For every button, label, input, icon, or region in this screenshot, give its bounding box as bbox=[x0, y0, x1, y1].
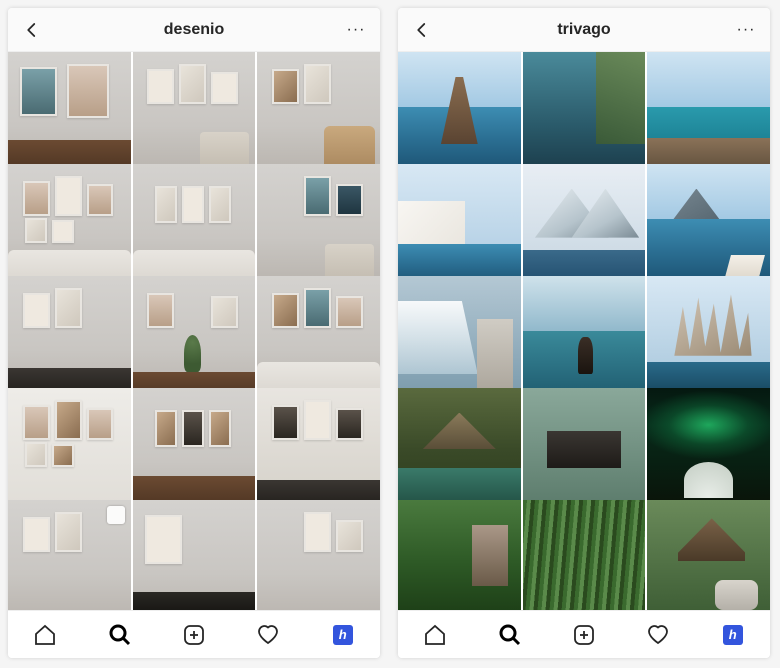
grid-tile-12[interactable] bbox=[647, 388, 770, 511]
page-title: trivago bbox=[557, 21, 610, 39]
grid-tile-3[interactable] bbox=[257, 52, 380, 175]
more-button[interactable]: ··· bbox=[344, 21, 368, 39]
tab-bar: h bbox=[8, 610, 380, 658]
chevron-left-icon bbox=[23, 21, 41, 39]
grid-tile-11[interactable] bbox=[133, 388, 256, 511]
grid-tile-6[interactable] bbox=[647, 164, 770, 287]
tab-app-badge[interactable]: h bbox=[719, 621, 747, 649]
grid-tile-5[interactable] bbox=[523, 164, 646, 287]
app-badge-icon: h bbox=[333, 625, 353, 645]
more-icon: ··· bbox=[737, 21, 756, 39]
grid-tile-1[interactable] bbox=[8, 52, 131, 175]
grid-tile-6[interactable] bbox=[257, 164, 380, 287]
grid-tile-14[interactable] bbox=[133, 500, 256, 610]
heart-icon bbox=[256, 623, 280, 647]
tab-activity[interactable] bbox=[254, 621, 282, 649]
tab-search[interactable] bbox=[106, 621, 134, 649]
phone-screen-trivago: trivago ··· bbox=[398, 8, 770, 658]
page-title: desenio bbox=[164, 21, 224, 39]
photo-grid bbox=[8, 52, 380, 610]
search-icon bbox=[108, 623, 132, 647]
search-icon bbox=[498, 623, 522, 647]
grid-tile-13[interactable] bbox=[398, 500, 521, 610]
grid-tile-13[interactable] bbox=[8, 500, 131, 610]
multi-post-icon bbox=[107, 506, 125, 524]
home-icon bbox=[423, 623, 447, 647]
back-button[interactable] bbox=[20, 18, 44, 42]
heart-icon bbox=[646, 623, 670, 647]
tab-search[interactable] bbox=[496, 621, 524, 649]
grid-tile-10[interactable] bbox=[398, 388, 521, 511]
grid-tile-15[interactable] bbox=[257, 500, 380, 610]
grid-tile-12[interactable] bbox=[257, 388, 380, 511]
tab-new-post[interactable] bbox=[180, 621, 208, 649]
chevron-left-icon bbox=[413, 21, 431, 39]
grid-tile-9[interactable] bbox=[257, 276, 380, 399]
grid-tile-9[interactable] bbox=[647, 276, 770, 399]
grid-tile-4[interactable] bbox=[398, 164, 521, 287]
grid-tile-8[interactable] bbox=[133, 276, 256, 399]
grid-tile-10[interactable] bbox=[8, 388, 131, 511]
grid-tile-7[interactable] bbox=[398, 276, 521, 399]
header-bar: trivago ··· bbox=[398, 8, 770, 52]
tab-app-badge[interactable]: h bbox=[329, 621, 357, 649]
more-button[interactable]: ··· bbox=[734, 21, 758, 39]
tab-new-post[interactable] bbox=[570, 621, 598, 649]
grid-tile-4[interactable] bbox=[8, 164, 131, 287]
tab-home[interactable] bbox=[31, 621, 59, 649]
photo-grid bbox=[398, 52, 770, 610]
back-button[interactable] bbox=[410, 18, 434, 42]
grid-tile-8[interactable] bbox=[523, 276, 646, 399]
grid-tile-5[interactable] bbox=[133, 164, 256, 287]
grid-tile-2[interactable] bbox=[523, 52, 646, 175]
app-badge-icon: h bbox=[723, 625, 743, 645]
tab-bar: h bbox=[398, 610, 770, 658]
phone-screen-desenio: desenio ··· bbox=[8, 8, 380, 658]
tab-activity[interactable] bbox=[644, 621, 672, 649]
home-icon bbox=[33, 623, 57, 647]
grid-tile-14[interactable] bbox=[523, 500, 646, 610]
grid-tile-1[interactable] bbox=[398, 52, 521, 175]
grid-tile-7[interactable] bbox=[8, 276, 131, 399]
more-icon: ··· bbox=[347, 21, 366, 39]
plus-square-icon bbox=[572, 623, 596, 647]
plus-square-icon bbox=[182, 623, 206, 647]
grid-tile-2[interactable] bbox=[133, 52, 256, 175]
header-bar: desenio ··· bbox=[8, 8, 380, 52]
tab-home[interactable] bbox=[421, 621, 449, 649]
grid-tile-11[interactable] bbox=[523, 388, 646, 511]
grid-tile-3[interactable] bbox=[647, 52, 770, 175]
grid-tile-15[interactable] bbox=[647, 500, 770, 610]
